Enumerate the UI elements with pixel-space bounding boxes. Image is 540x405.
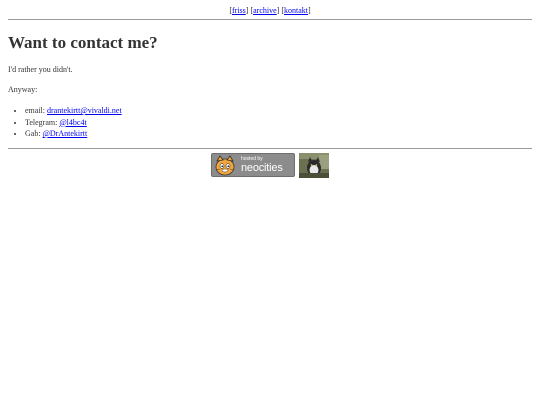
page-title: Want to contact me? [8, 33, 158, 52]
top-divider [8, 19, 532, 20]
contact-item-email: email: drantekirtt@vivaldi.net [25, 105, 532, 117]
anyway-text: Anyway: [8, 85, 38, 94]
badge-neocities-text: neocities [241, 161, 283, 174]
contact-label: Telegram: [25, 117, 60, 127]
contact-list: email: drantekirtt@vivaldi.net Telegram:… [8, 105, 532, 140]
top-nav: [friss] [archive] [kontakt] [8, 0, 532, 16]
contact-label: email: [25, 106, 47, 115]
neocities-cat-icon [215, 154, 235, 175]
gab-link[interactable]: @DrAntekirtt [43, 129, 88, 138]
cat-photo-icon [299, 152, 329, 178]
bottom-divider [8, 147, 532, 149]
telegram-link[interactable]: @l4bc4t [59, 118, 86, 127]
nav-link-archive[interactable]: archive [253, 6, 277, 15]
nav-bracket-close: ] [308, 6, 311, 15]
cat-photo-badge[interactable] [299, 152, 329, 178]
email-link[interactable]: drantekirtt@vivaldi.net [47, 106, 122, 115]
contact-label: Gab: [25, 129, 43, 138]
neocities-badge[interactable]: hosted by neocities [211, 152, 295, 177]
contact-item-telegram: Telegram: @l4bc4t [25, 117, 532, 129]
footer-badges: hosted by neocities [8, 152, 532, 179]
nav-link-kontakt[interactable]: kontakt [284, 6, 308, 15]
page: [friss] [archive] [kontakt] Want to cont… [0, 0, 540, 179]
intro-text: I'd rather you didn't. [8, 65, 73, 74]
nav-link-friss[interactable]: friss [232, 6, 246, 15]
contact-item-gab: Gab: @DrAntekirtt [25, 128, 532, 140]
